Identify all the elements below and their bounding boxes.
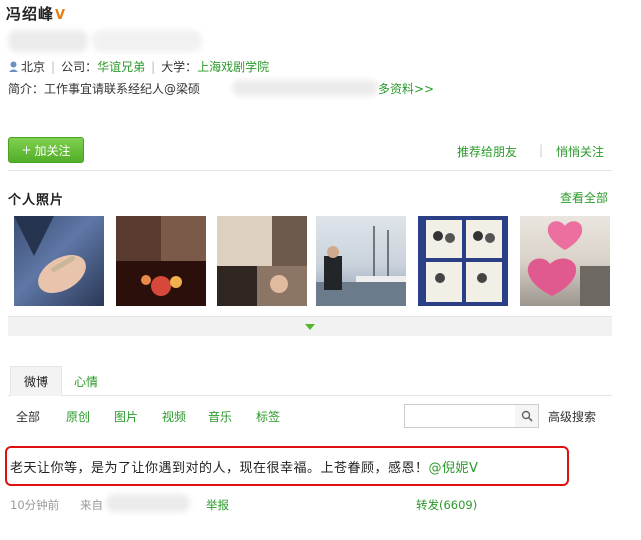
- post-text: 老天让你等，是为了让你遇到对的人，现在很幸福。上苍眷顾，感恩！@倪妮V: [10, 461, 479, 476]
- blurred-region: [106, 494, 190, 512]
- recommend-link[interactable]: 推荐给朋友: [457, 143, 517, 160]
- university-label: 大学：: [161, 60, 198, 74]
- advanced-search-link[interactable]: 高级搜索: [548, 408, 596, 425]
- tab-weibo[interactable]: 微博: [10, 366, 62, 396]
- blurred-region: [92, 30, 202, 52]
- collage-photo-icon: [116, 216, 206, 306]
- follow-button[interactable]: + 加关注: [8, 137, 84, 163]
- photo-thumbnail[interactable]: [217, 216, 307, 306]
- photobooth-photo-icon: [426, 220, 502, 302]
- intro-label: 简介：: [8, 82, 45, 96]
- verified-badge-icon: V: [469, 461, 479, 476]
- profile-name: 冯绍峰V: [6, 5, 67, 23]
- filter-all[interactable]: 全部: [16, 408, 40, 425]
- filter-tags[interactable]: 标签: [256, 408, 280, 425]
- plus-icon: +: [21, 143, 32, 157]
- photo-thumbnail[interactable]: [316, 216, 406, 306]
- location-text: 北京: [21, 60, 46, 74]
- search-input[interactable]: [404, 404, 516, 428]
- photo-thumbnail[interactable]: [520, 216, 610, 306]
- photo-thumbnail[interactable]: [14, 216, 104, 306]
- company-label: 公司：: [61, 60, 98, 74]
- filter-music[interactable]: 音乐: [208, 408, 232, 425]
- tab-mood[interactable]: 心情: [66, 366, 106, 396]
- intro-text: 工作事宜请联系经纪人@梁硕: [44, 82, 201, 96]
- location-icon: [9, 61, 18, 72]
- search-button[interactable]: [515, 404, 539, 428]
- hand-photo-icon: [14, 216, 86, 293]
- photo-thumbnail[interactable]: [418, 216, 508, 306]
- filter-videos[interactable]: 视频: [162, 408, 186, 425]
- verified-badge-icon: V: [55, 8, 67, 23]
- photos-expand-bar[interactable]: [8, 316, 612, 336]
- company-link[interactable]: 华谊兄弟: [97, 60, 145, 74]
- filter-images[interactable]: 图片: [114, 408, 138, 425]
- blurred-region: [8, 30, 88, 52]
- more-info-link[interactable]: 多资料>>: [378, 80, 434, 97]
- chevron-down-icon: [305, 323, 315, 330]
- photos-title: 个人照片: [8, 193, 65, 208]
- profile-info-row: 北京 | 公司：华谊兄弟 | 大学：上海戏剧学院: [8, 58, 269, 75]
- blurred-region: [232, 80, 378, 96]
- profile-intro-row: 简介：工作事宜请联系经纪人@梁硕: [8, 80, 200, 97]
- post-time[interactable]: 10分钟前: [10, 497, 59, 513]
- photo-thumbnail[interactable]: [116, 216, 206, 306]
- repost-link[interactable]: 转发(6609): [416, 497, 477, 513]
- action-separator: |: [539, 143, 544, 157]
- collage-photo-icon: [217, 216, 307, 306]
- view-all-link[interactable]: 查看全部: [560, 189, 608, 206]
- report-link[interactable]: 举报: [206, 497, 229, 513]
- harbor-photo-icon: [316, 226, 406, 306]
- divider: [8, 170, 612, 171]
- university-link[interactable]: 上海戏剧学院: [197, 60, 269, 74]
- hearts-photo-icon: [527, 221, 610, 306]
- mention-link[interactable]: @倪妮V: [429, 461, 479, 476]
- search-icon: [521, 410, 533, 422]
- filter-original[interactable]: 原创: [66, 408, 90, 425]
- post-source-label: 来自: [80, 498, 103, 512]
- unfollow-link[interactable]: 悄悄关注: [556, 143, 604, 160]
